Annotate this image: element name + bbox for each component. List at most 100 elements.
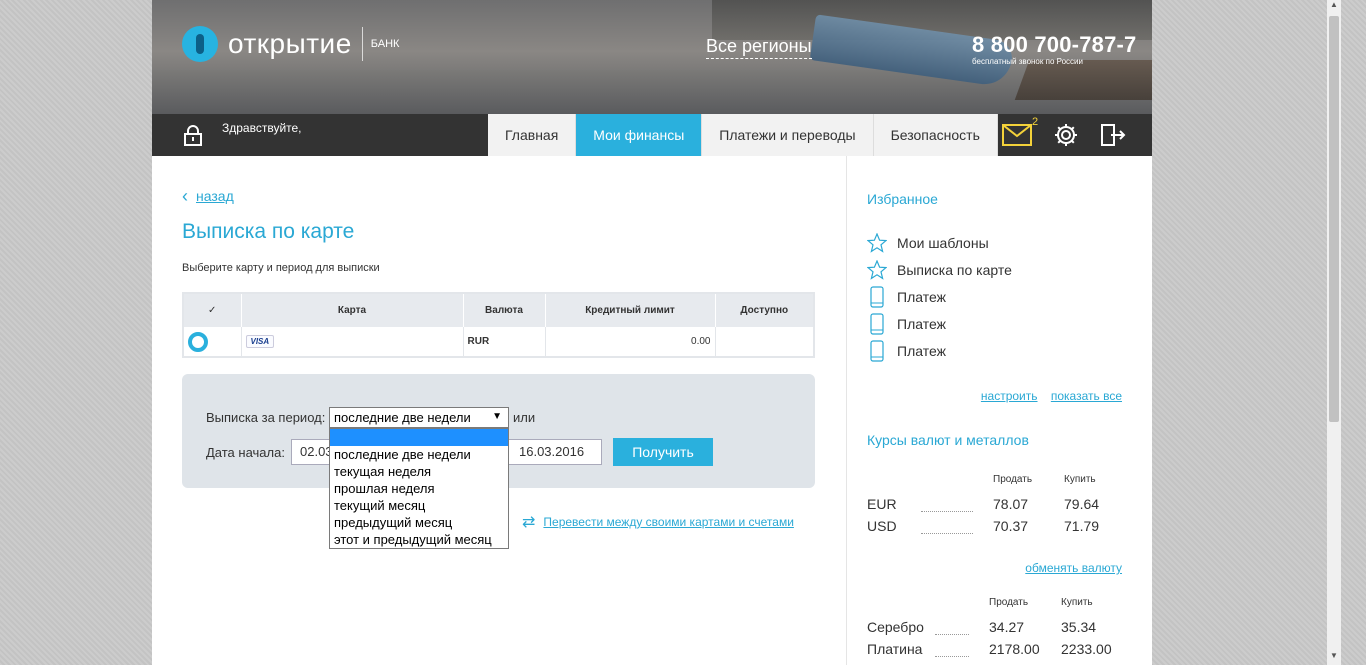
- cell-limit: 0.00: [545, 327, 716, 357]
- bank-logo[interactable]: открытие БАНК: [182, 26, 399, 62]
- tab-main[interactable]: Главная: [488, 114, 577, 156]
- buy-header: Купить: [1064, 474, 1096, 485]
- phone-icon: [867, 286, 887, 308]
- tab-my-finances[interactable]: Мои финансы: [576, 114, 703, 156]
- get-statement-button[interactable]: Получить: [613, 438, 713, 466]
- page: открытие БАНК Все регионы 8 800 700-787-…: [152, 0, 1152, 665]
- page-title: Выписка по карте: [182, 220, 355, 243]
- start-date-label: Дата начала:: [206, 445, 285, 460]
- tab-security[interactable]: Безопасность: [873, 114, 998, 156]
- favorite-item[interactable]: Платеж: [867, 286, 946, 308]
- period-option[interactable]: прошлая неделя: [330, 480, 508, 497]
- phone-block: 8 800 700-787-7 бесплатный звонок по Рос…: [972, 32, 1136, 66]
- period-option[interactable]: [330, 429, 508, 446]
- rate-row: EUR 78.07 79.64: [867, 496, 1099, 512]
- banner-pier: [1014, 60, 1152, 100]
- transfer-link-label[interactable]: Перевести между своими картами и счетами: [543, 515, 794, 529]
- back-link[interactable]: ‹ назад: [182, 186, 234, 206]
- period-select[interactable]: последние две недели ▼: [329, 407, 509, 428]
- currency-rates: Продать Купить EUR 78.07 79.64 USD 70.37…: [867, 474, 1137, 536]
- metal-rates: Продать Купить Серебро 34.27 35.34 Плати…: [867, 597, 1137, 665]
- rate-buy: 79.64: [1064, 496, 1100, 512]
- scroll-down-icon[interactable]: ▼: [1327, 651, 1341, 665]
- sell-header: Продать: [993, 474, 1033, 485]
- period-option[interactable]: последние две недели: [330, 446, 508, 463]
- favorite-label: Мои шаблоны: [897, 235, 989, 251]
- period-label: Выписка за период:: [206, 410, 326, 425]
- end-date-field[interactable]: 16.03.2016: [508, 439, 602, 465]
- exchange-currency-link[interactable]: обменять валюту: [1025, 561, 1122, 575]
- period-option[interactable]: текущая неделя: [330, 463, 508, 480]
- page-scrollbar[interactable]: ▲ ▼: [1327, 0, 1341, 665]
- cell-available: [715, 327, 815, 357]
- lock-icon[interactable]: [182, 124, 204, 146]
- period-option[interactable]: этот и предыдущий месяц: [330, 531, 508, 548]
- tab-payments[interactable]: Платежи и переводы: [702, 114, 874, 156]
- phone-icon: [867, 313, 887, 335]
- rate-buy: 2233.00: [1061, 641, 1112, 657]
- back-link-label[interactable]: назад: [196, 188, 234, 204]
- favorites-links: настроить показать все: [971, 389, 1122, 403]
- scroll-up-icon[interactable]: ▲: [1327, 0, 1341, 14]
- table-row[interactable]: VISA RUR 0.00: [183, 327, 815, 357]
- col-available: Доступно: [715, 293, 815, 327]
- rate-buy: 35.34: [1061, 619, 1097, 635]
- rate-sell: 70.37: [993, 518, 1029, 534]
- table-header-row: ✓ Карта Валюта Кредитный лимит Доступно: [183, 293, 815, 327]
- cards-table: ✓ Карта Валюта Кредитный лимит Доступно …: [182, 292, 815, 358]
- cell-currency: RUR: [463, 327, 546, 357]
- dropdown-arrow-icon: ▼: [492, 411, 502, 422]
- period-options-list: последние две недели текущая неделя прош…: [329, 428, 509, 549]
- nav-icons: 2: [1002, 114, 1126, 156]
- col-card: Карта: [241, 293, 464, 327]
- rate-row: Серебро 34.27 35.34: [867, 619, 1096, 635]
- rate-row: USD 70.37 71.79: [867, 518, 1099, 534]
- greeting: Здравствуйте,: [222, 121, 302, 135]
- favorite-item[interactable]: Выписка по карте: [867, 260, 1012, 280]
- configure-link[interactable]: настроить: [981, 389, 1038, 403]
- favorite-item[interactable]: Мои шаблоны: [867, 233, 989, 253]
- chevron-left-icon: ‹: [182, 186, 188, 206]
- mail-icon: [1002, 124, 1032, 146]
- metal-name: Серебро: [867, 619, 924, 635]
- col-currency: Валюта: [463, 293, 546, 327]
- period-option[interactable]: предыдущий месяц: [330, 514, 508, 531]
- rate-sell: 34.27: [989, 619, 1025, 635]
- visa-logo-icon: VISA: [245, 335, 275, 348]
- top-nav: Здравствуйте, Главная Мои финансы Платеж…: [152, 114, 1152, 156]
- gear-icon[interactable]: [1054, 123, 1078, 147]
- favorites-title: Избранное: [867, 191, 938, 207]
- logo-sub: БАНК: [370, 38, 400, 50]
- buy-header: Купить: [1061, 597, 1093, 608]
- phone-note: бесплатный звонок по России: [972, 57, 1083, 66]
- rate-row: Платина 2178.00 2233.00: [867, 641, 1112, 657]
- phone-number: 8 800 700-787-7: [972, 32, 1137, 57]
- favorite-label: Платеж: [897, 343, 946, 359]
- show-all-link[interactable]: показать все: [1051, 389, 1122, 403]
- favorite-item[interactable]: Платеж: [867, 340, 946, 362]
- currency-code: EUR: [867, 496, 897, 512]
- regions-link[interactable]: Все регионы: [706, 36, 812, 59]
- period-option[interactable]: текущий месяц: [330, 497, 508, 514]
- card-radio[interactable]: [188, 331, 208, 352]
- rate-buy: 71.79: [1064, 518, 1100, 534]
- exit-icon[interactable]: [1100, 123, 1126, 147]
- metal-name: Платина: [867, 641, 923, 657]
- favorite-label: Выписка по карте: [897, 262, 1012, 278]
- mail-button[interactable]: 2: [1002, 116, 1038, 146]
- nav-tabs: Главная Мои финансы Платежи и переводы Б…: [488, 114, 998, 156]
- phone-icon: [867, 340, 887, 362]
- transfer-arrows-icon: ⇄: [522, 514, 536, 531]
- period-select-value: последние две недели: [334, 410, 471, 425]
- rate-sell: 2178.00: [989, 641, 1040, 657]
- star-icon: [867, 260, 887, 280]
- header-banner: открытие БАНК Все регионы 8 800 700-787-…: [152, 0, 1152, 114]
- favorite-label: Платеж: [897, 289, 946, 305]
- mail-count-badge: 2: [1032, 116, 1039, 128]
- col-check: ✓: [183, 293, 242, 327]
- transfer-link[interactable]: ⇄ Перевести между своими картами и счета…: [522, 512, 794, 532]
- favorite-item[interactable]: Платеж: [867, 313, 946, 335]
- logo-name: открытие: [228, 28, 352, 59]
- scrollbar-thumb[interactable]: [1329, 16, 1339, 422]
- sell-header: Продать: [989, 597, 1029, 608]
